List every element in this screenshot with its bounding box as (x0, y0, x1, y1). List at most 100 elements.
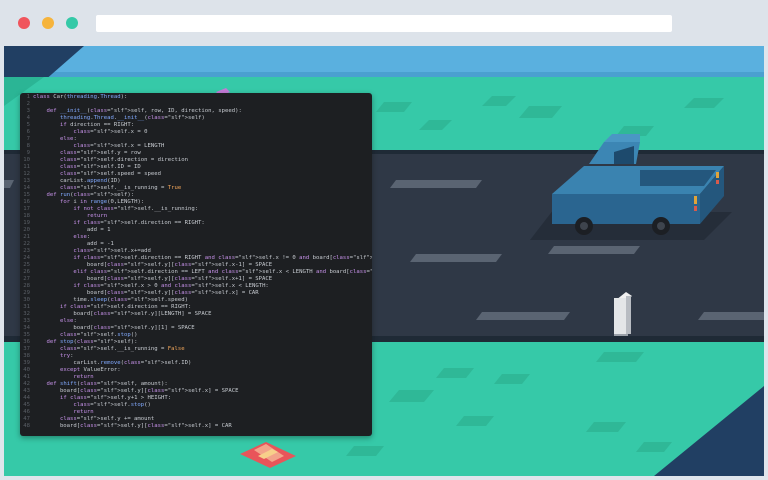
code-line: 43 board[class="slf">self.y][class="slf"… (20, 388, 372, 395)
line-number: 7 (26, 136, 30, 142)
line-number: 13 (23, 178, 30, 184)
code-line-text: class="slf">self.ID = ID (59, 164, 141, 170)
code-line-text: class="slf">self.__is_running = False (59, 346, 185, 352)
code-line: 26 elif class="slf">self.direction == LE… (20, 269, 372, 276)
close-window-button[interactable] (18, 17, 30, 29)
code-line-text: def stop(class="slf">self): (46, 339, 138, 345)
line-number: 41 (23, 374, 30, 380)
code-line-text: if class="slf">self.direction == RIGHT a… (73, 255, 372, 261)
code-line: 21 else: (20, 234, 372, 241)
code-line-text: return (73, 409, 94, 415)
line-number: 17 (23, 206, 30, 212)
line-number: 46 (23, 409, 30, 415)
code-line: 4 threading.Thread.__init__(class="slf">… (20, 115, 372, 122)
code-line: 25 board[class="slf">self.y][class="slf"… (20, 262, 372, 269)
code-line: 38 try: (20, 353, 372, 360)
code-line-text: class="slf">self.stop() (59, 332, 138, 338)
code-line: 24 if class="slf">self.direction == RIGH… (20, 255, 372, 262)
address-bar[interactable] (96, 15, 672, 32)
code-line-text: add = -1 (33, 241, 114, 247)
code-line: 44 if class="slf">self.y+1 > HEIGHT: (20, 395, 372, 402)
line-number: 19 (23, 220, 30, 226)
code-line: 5 if direction == RIGHT: (20, 122, 372, 129)
line-number: 32 (23, 311, 30, 317)
code-line-text: return (73, 374, 94, 380)
code-line: 36 def stop(class="slf">self): (20, 339, 372, 346)
code-line: 17 if not class="slf">self.__is_running: (20, 206, 372, 213)
road-bollard (614, 292, 632, 338)
code-line: 45 class="slf">self.stop() (20, 402, 372, 409)
line-number: 16 (23, 199, 30, 205)
line-number: 21 (23, 234, 30, 240)
code-line: 18 return (20, 213, 372, 220)
code-line-text: class="slf">self.x+=add (73, 248, 151, 254)
line-number: 47 (23, 416, 30, 422)
line-number: 36 (23, 339, 30, 345)
code-line: 40 except ValueError: (20, 367, 372, 374)
line-number: 15 (23, 192, 30, 198)
code-line: 2 (20, 101, 372, 108)
line-number: 5 (26, 122, 30, 128)
code-line: 41 return (20, 374, 372, 381)
code-line-text: if class="slf">self.direction == RIGHT: (59, 304, 192, 310)
code-line: 12 class="slf">self.speed = speed (20, 171, 372, 178)
code-line: 42 def shift(class="slf">self, amount): (20, 381, 372, 388)
code-line-text: class="slf">self.y = row (59, 150, 141, 156)
code-line: 46 return (20, 409, 372, 416)
code-line-text: class="slf">self.stop() (73, 402, 151, 408)
sky-edge (4, 72, 764, 77)
code-line-text: class Car(threading.Thread): (33, 94, 128, 100)
code-line-text: if not class="slf">self.__is_running: (73, 206, 199, 212)
line-number: 20 (23, 227, 30, 233)
code-line-text: if class="slf">self.y+1 > HEIGHT: (59, 395, 172, 401)
code-line-text: class="slf">self.x = LENGTH (73, 143, 165, 149)
code-line-text: time.sleep(class="slf">self.speed) (33, 297, 188, 303)
code-line: 3 def __init__(class="slf">self, row, ID… (20, 108, 372, 115)
code-line-text: add = 1 (33, 227, 111, 233)
code-line: 6 class="slf">self.x = 0 (20, 129, 372, 136)
code-line-text: def __init__(class="slf">self, row, ID, … (46, 108, 242, 114)
code-line: 8 class="slf">self.x = LENGTH (20, 143, 372, 150)
line-number: 10 (23, 157, 30, 163)
code-line: 28 if class="slf">self.x > 0 and class="… (20, 283, 372, 290)
code-line-text: board[class="slf">self.y][class="slf">se… (33, 290, 259, 296)
code-line: 19 if class="slf">self.direction == RIGH… (20, 220, 372, 227)
code-line: 33 else: (20, 318, 372, 325)
line-number: 12 (23, 171, 30, 177)
code-line-text: except ValueError: (59, 367, 121, 373)
code-line: 30 time.sleep(class="slf">self.speed) (20, 297, 372, 304)
code-line-text: class="slf">self.speed = speed (59, 171, 161, 177)
line-number: 14 (23, 185, 30, 191)
code-line-text: board[class="slf">self.y][class="slf">se… (33, 423, 232, 429)
line-number: 11 (23, 164, 30, 170)
line-number: 34 (23, 325, 30, 331)
code-line: 15 def run(class="slf">self): (20, 192, 372, 199)
code-line-text: class="slf">self.x = 0 (73, 129, 148, 135)
code-line: 10 class="slf">self.direction = directio… (20, 157, 372, 164)
maximize-window-button[interactable] (66, 17, 78, 29)
code-line-text: board[class="slf">self.y][class="slf">se… (33, 262, 273, 268)
code-line-text: else: (73, 234, 91, 240)
code-line: 22 add = -1 (20, 241, 372, 248)
code-line: 47 class="slf">self.y += amount (20, 416, 372, 423)
window-titlebar (0, 0, 768, 46)
code-line: 9 class="slf">self.y = row (20, 150, 372, 157)
line-number: 18 (23, 213, 30, 219)
line-number: 8 (26, 143, 30, 149)
minimize-window-button[interactable] (42, 17, 54, 29)
line-number: 1 (26, 94, 30, 100)
line-number: 42 (23, 381, 30, 387)
code-line-text: if class="slf">self.direction == RIGHT: (73, 220, 205, 226)
code-line: 31 if class="slf">self.direction == RIGH… (20, 304, 372, 311)
line-number: 43 (23, 388, 30, 394)
code-editor-panel[interactable]: 1 class Car(threading.Thread): 2 3 def __in… (20, 93, 372, 436)
code-line-text: board[class="slf">self.y][LENGTH] = SPAC… (33, 311, 212, 317)
code-line-text: class="slf">self.direction = direction (59, 157, 188, 163)
code-line-text: carList.append(ID) (33, 178, 121, 184)
code-line: 14 class="slf">self.__is_running = True (20, 185, 372, 192)
line-number: 29 (23, 290, 30, 296)
line-number: 27 (23, 276, 30, 282)
code-line: 32 board[class="slf">self.y][LENGTH] = S… (20, 311, 372, 318)
line-number: 31 (23, 304, 30, 310)
line-number: 45 (23, 402, 30, 408)
